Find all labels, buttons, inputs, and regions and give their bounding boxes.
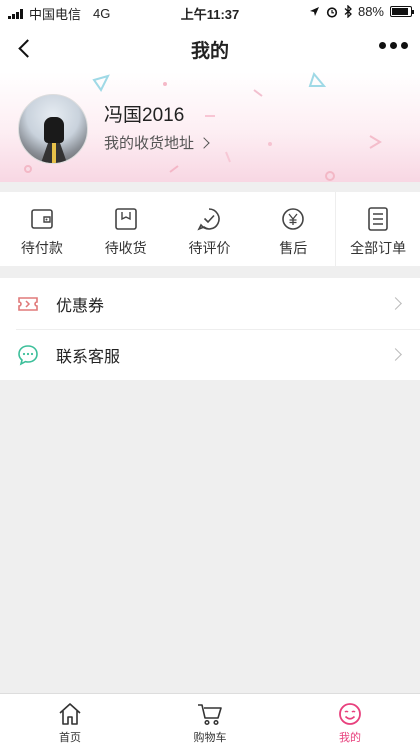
username: 冯国2016 bbox=[104, 105, 185, 126]
order-label: 待收货 bbox=[104, 240, 147, 256]
tab-label: 首页 bbox=[59, 732, 81, 744]
bluetooth-icon bbox=[344, 5, 352, 18]
nav-header: 我的 bbox=[0, 24, 420, 72]
order-after-sales[interactable]: 售后 bbox=[251, 192, 335, 266]
cart-icon bbox=[198, 704, 222, 726]
more-options-button[interactable] bbox=[379, 42, 408, 49]
battery-percent: 88% bbox=[357, 4, 384, 19]
tab-profile[interactable]: 我的 bbox=[280, 694, 420, 747]
yuan-refund-icon bbox=[282, 208, 305, 230]
address-label: 我的收货地址 bbox=[104, 135, 195, 152]
chevron-right-icon bbox=[198, 136, 210, 149]
chat-bubble-icon bbox=[18, 345, 38, 366]
order-label: 全部订单 bbox=[350, 240, 407, 256]
order-pending-receipt[interactable]: 待收货 bbox=[84, 192, 168, 266]
order-label: 待评价 bbox=[188, 240, 231, 256]
home-icon bbox=[59, 703, 81, 725]
alarm-icon bbox=[326, 6, 338, 18]
menu-list: 优惠券 联系客服 bbox=[0, 278, 420, 380]
order-pending-review[interactable]: 待评价 bbox=[168, 192, 252, 266]
tab-home[interactable]: 首页 bbox=[0, 694, 140, 747]
order-list-icon bbox=[368, 207, 388, 231]
smiley-icon bbox=[339, 703, 361, 725]
tab-label: 我的 bbox=[339, 732, 361, 744]
wallet-icon bbox=[31, 209, 53, 229]
address-link[interactable]: 我的收货地址 bbox=[104, 132, 210, 153]
menu-item-label: 联系客服 bbox=[56, 348, 121, 366]
chevron-right-icon bbox=[389, 297, 402, 310]
tab-cart[interactable]: 购物车 bbox=[140, 694, 280, 747]
menu-item-label: 优惠券 bbox=[56, 297, 105, 315]
menu-item-coupon[interactable]: 优惠券 bbox=[0, 278, 420, 329]
order-all[interactable]: 全部订单 bbox=[335, 192, 420, 266]
avatar[interactable] bbox=[18, 94, 88, 164]
review-check-icon bbox=[197, 208, 221, 231]
location-arrow-icon bbox=[309, 7, 319, 16]
page-title: 我的 bbox=[190, 41, 229, 62]
bottom-tab-bar: 首页 购物车 我的 bbox=[0, 693, 420, 747]
battery-icon bbox=[390, 6, 414, 17]
order-label: 待付款 bbox=[20, 240, 63, 256]
order-pending-payment[interactable]: 待付款 bbox=[0, 192, 84, 266]
package-icon bbox=[114, 208, 137, 230]
order-label: 售后 bbox=[279, 240, 308, 256]
order-status-bar: 待付款 待收货 待评价 售后 全部订单 bbox=[0, 192, 420, 266]
status-right: 88% bbox=[309, 4, 414, 19]
menu-item-customer-service[interactable]: 联系客服 bbox=[0, 329, 420, 380]
coupon-icon bbox=[18, 297, 38, 311]
status-bar: 中国电信 4G 上午11:37 88% bbox=[0, 0, 420, 24]
chevron-right-icon bbox=[389, 348, 402, 361]
tab-label: 购物车 bbox=[193, 732, 227, 744]
profile-banner: 冯国2016 我的收货地址 bbox=[0, 72, 420, 182]
